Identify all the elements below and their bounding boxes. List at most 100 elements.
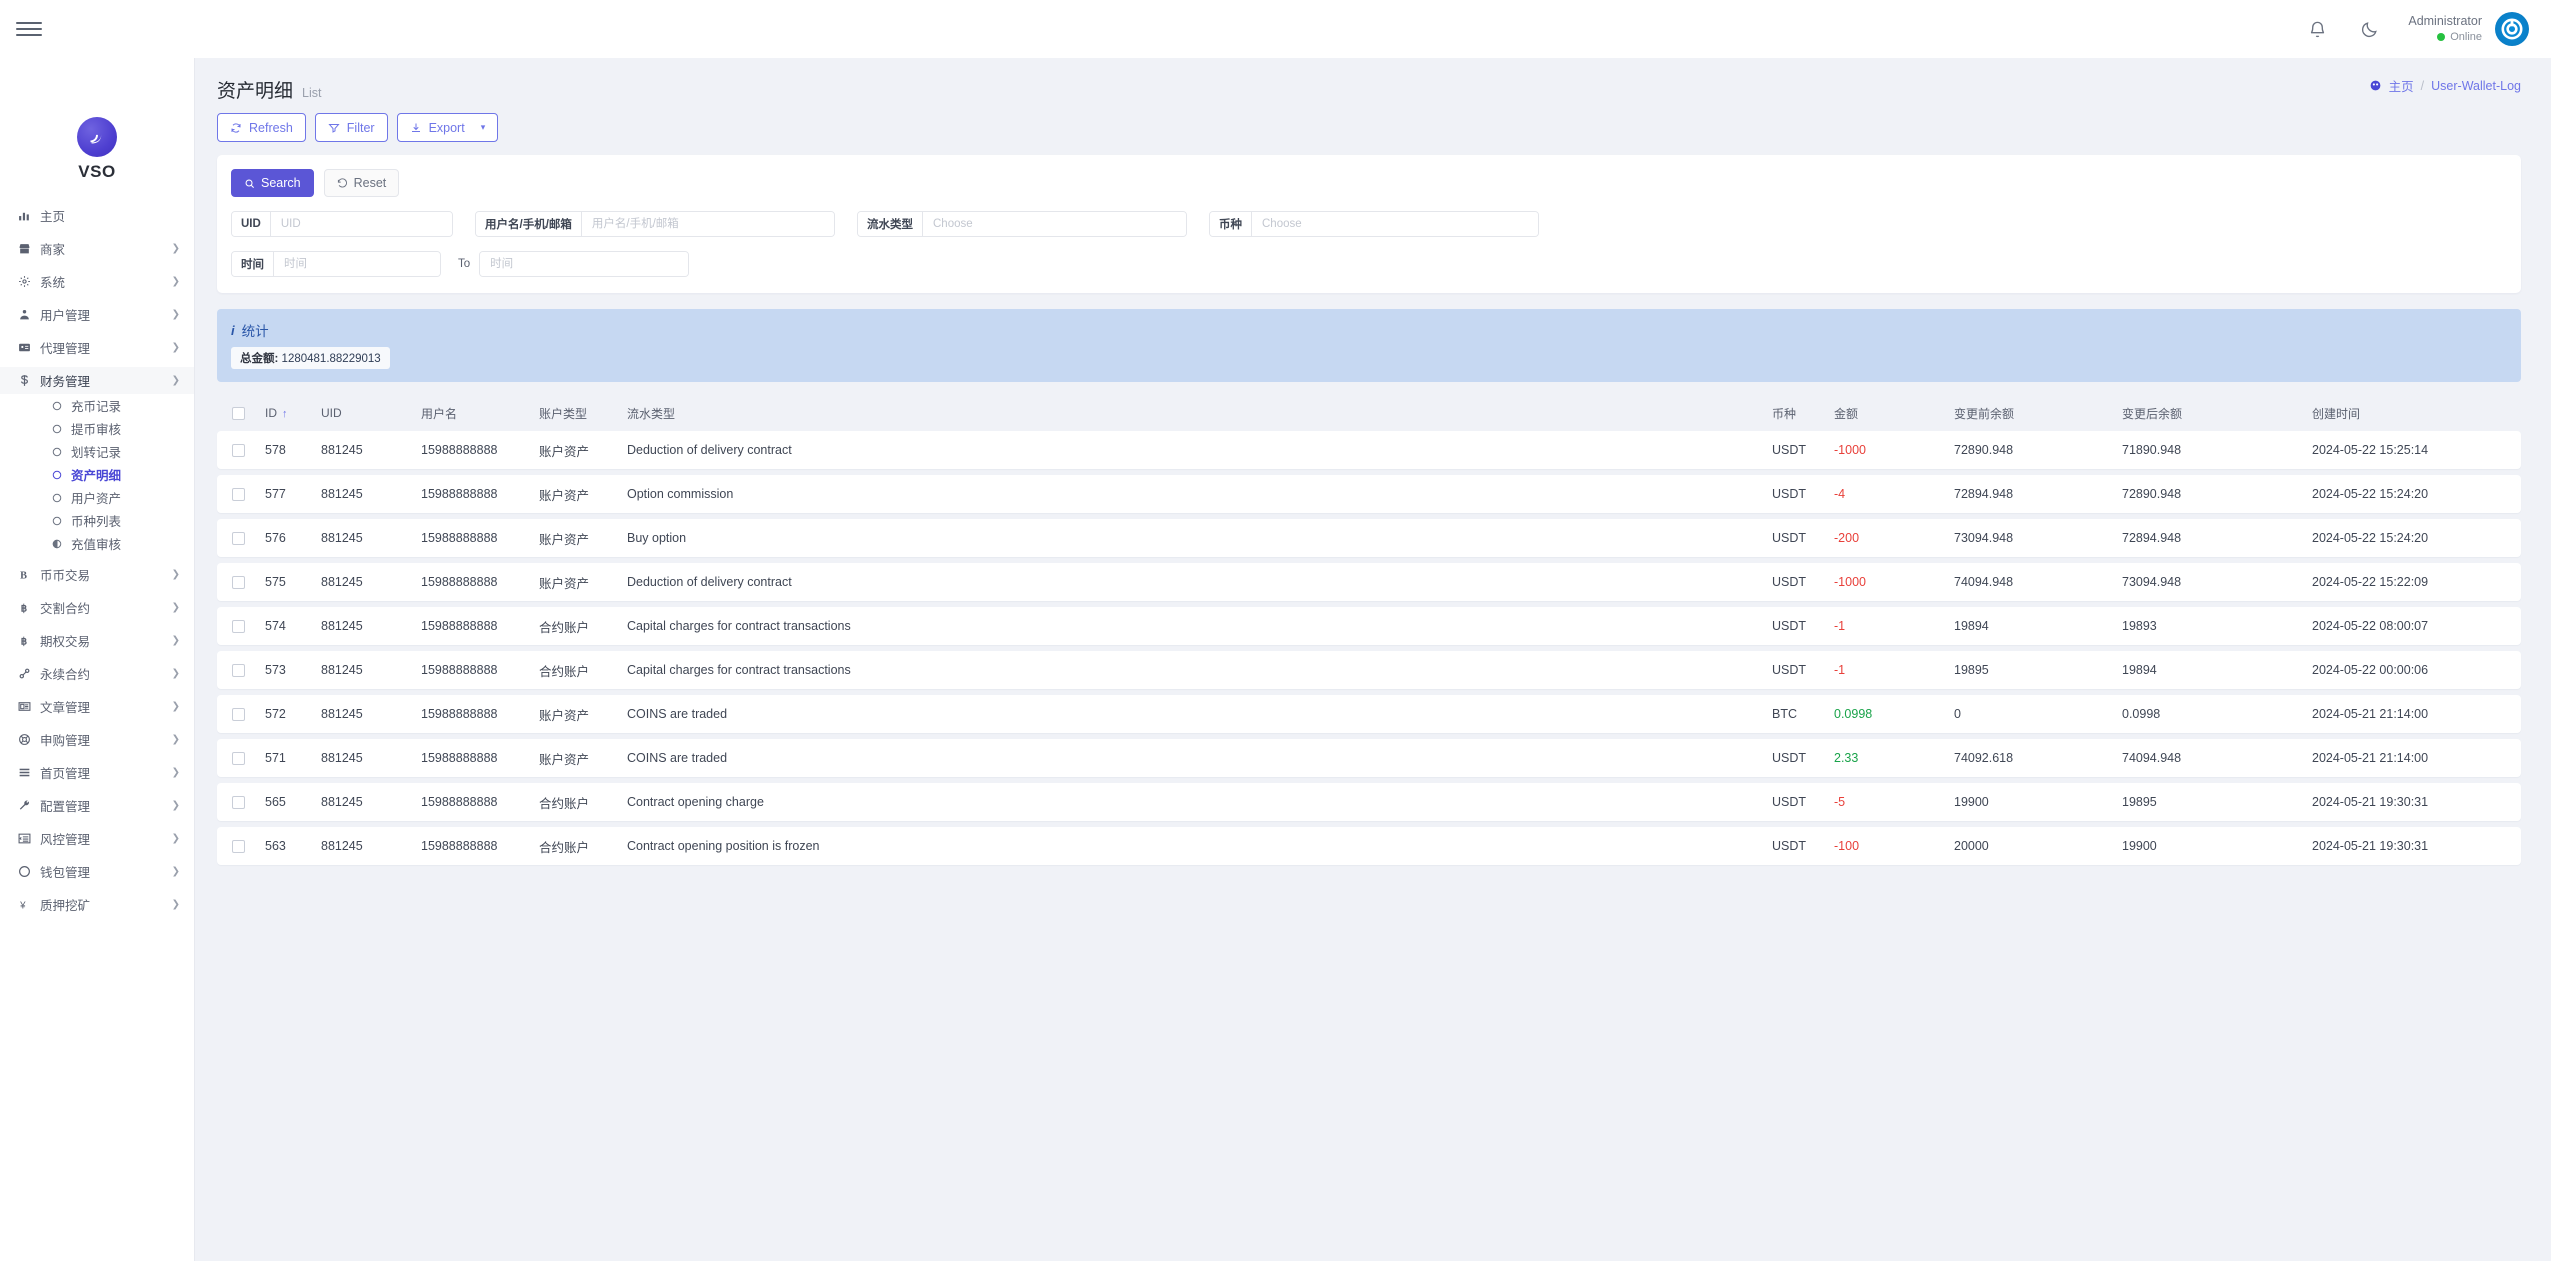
- flow-type-select[interactable]: [923, 212, 1186, 236]
- cell-id: 576: [259, 531, 315, 545]
- sidebar-subitem-label: 币种列表: [71, 511, 121, 530]
- uid-input[interactable]: [271, 212, 452, 236]
- cell-flow-type: Capital charges for contract transaction…: [621, 663, 1766, 677]
- sidebar-subitem-coin-list[interactable]: 币种列表: [0, 509, 194, 532]
- cell-amount: -100: [1828, 839, 1948, 853]
- column-header-before-balance[interactable]: 变更前余额: [1948, 405, 2116, 422]
- uid-label: UID: [232, 212, 271, 236]
- column-header-created-time[interactable]: 创建时间: [2306, 405, 2521, 422]
- row-checkbox[interactable]: [232, 840, 245, 853]
- table-row[interactable]: 57588124515988888888账户资产Deduction of del…: [217, 563, 2521, 601]
- sidebar-item-delivery-contract[interactable]: ฿ 交割合约 ❯: [0, 594, 194, 621]
- sidebar-item-homepage-management[interactable]: 首页管理 ❯: [0, 759, 194, 786]
- cell-created-time: 2024-05-21 19:30:31: [2306, 795, 2521, 809]
- row-checkbox[interactable]: [232, 620, 245, 633]
- table-row[interactable]: 56588124515988888888合约账户Contract opening…: [217, 783, 2521, 821]
- table-row[interactable]: 56388124515988888888合约账户Contract opening…: [217, 827, 2521, 865]
- brand-header: VSO: [0, 58, 194, 198]
- chevron-right-icon: ❯: [172, 801, 180, 811]
- sidebar-item-perpetual-contract[interactable]: 永续合约 ❯: [0, 660, 194, 687]
- row-checkbox[interactable]: [232, 532, 245, 545]
- sidebar-subitem-transfer-records[interactable]: 划转记录: [0, 440, 194, 463]
- sidebar-subitem-withdraw-review[interactable]: 提币审核: [0, 417, 194, 440]
- refresh-button[interactable]: Refresh: [217, 113, 306, 142]
- sidebar-item-coin-trading[interactable]: B 币币交易 ❯: [0, 561, 194, 588]
- row-checkbox[interactable]: [232, 576, 245, 589]
- sidebar-item-merchant[interactable]: 商家 ❯: [0, 235, 194, 262]
- asset-log-table: ID↑ UID 用户名 账户类型 流水类型 币种 金额 变更前余额 变更后余额 …: [217, 395, 2521, 865]
- sidebar-item-user-management[interactable]: 用户管理 ❯: [0, 301, 194, 328]
- sidebar-item-config-management[interactable]: 配置管理 ❯: [0, 792, 194, 819]
- coin-select[interactable]: [1252, 212, 1538, 236]
- sidebar-item-wallet-management[interactable]: 钱包管理 ❯: [0, 858, 194, 885]
- statistics-panel: i 统计 总金额: 1280481.88229013: [217, 309, 2521, 382]
- search-button[interactable]: Search: [231, 169, 314, 197]
- row-checkbox[interactable]: [232, 796, 245, 809]
- breadcrumb-home-link[interactable]: 主页: [2389, 76, 2414, 95]
- avatar[interactable]: [2495, 12, 2529, 46]
- notifications-bell-icon[interactable]: [2304, 16, 2330, 42]
- username-input[interactable]: [582, 212, 834, 236]
- sidebar-item-finance-management[interactable]: 财务管理 ❯: [0, 367, 194, 394]
- total-amount-label: 总金额:: [240, 353, 278, 365]
- filter-button[interactable]: Filter: [315, 113, 388, 142]
- sidebar-item-staking-mining[interactable]: ¥ 质押挖矿 ❯: [0, 891, 194, 918]
- export-button[interactable]: Export ▾: [397, 113, 499, 142]
- circle-icon: [52, 470, 71, 480]
- sidebar-item-article-management[interactable]: 文章管理 ❯: [0, 693, 194, 720]
- bitcoin-icon: ฿: [18, 634, 40, 647]
- date-to-field-group: [479, 251, 689, 277]
- cell-username: 15988888888: [415, 707, 533, 721]
- cell-after-balance: 73094.948: [2116, 575, 2306, 589]
- date-from-input[interactable]: [274, 252, 440, 276]
- cell-id: 575: [259, 575, 315, 589]
- table-row[interactable]: 57188124515988888888账户资产COINS are traded…: [217, 739, 2521, 777]
- sidebar-subitem-asset-details[interactable]: 资产明细: [0, 463, 194, 486]
- table-row[interactable]: 57888124515988888888账户资产Deduction of del…: [217, 431, 2521, 469]
- sidebar-subitem-deposit-records[interactable]: 充币记录: [0, 394, 194, 417]
- user-menu[interactable]: Administrator Online: [2408, 12, 2529, 46]
- column-header-account-type[interactable]: 账户类型: [533, 405, 621, 422]
- sidebar-subitem-recharge-review[interactable]: 充值审核: [0, 532, 194, 555]
- sidebar-item-home[interactable]: 主页: [0, 202, 194, 229]
- sidebar-item-option-trading[interactable]: ฿ 期权交易 ❯: [0, 627, 194, 654]
- menu-toggle-icon[interactable]: [16, 18, 42, 40]
- row-checkbox[interactable]: [232, 444, 245, 457]
- sidebar-item-agent-management[interactable]: 代理管理 ❯: [0, 334, 194, 361]
- cell-amount: -1000: [1828, 443, 1948, 457]
- column-header-flow-type[interactable]: 流水类型: [621, 405, 1766, 422]
- cell-after-balance: 19900: [2116, 839, 2306, 853]
- column-header-username[interactable]: 用户名: [415, 405, 533, 422]
- table-row[interactable]: 57788124515988888888账户资产Option commissio…: [217, 475, 2521, 513]
- column-header-amount[interactable]: 金额: [1828, 405, 1948, 422]
- table-row[interactable]: 57488124515988888888合约账户Capital charges …: [217, 607, 2521, 645]
- sidebar-subitem-user-assets[interactable]: 用户资产: [0, 486, 194, 509]
- row-checkbox[interactable]: [232, 488, 245, 501]
- sidebar-item-subscription-management[interactable]: 申购管理 ❯: [0, 726, 194, 753]
- column-header-coin[interactable]: 币种: [1766, 405, 1828, 422]
- table-row[interactable]: 57388124515988888888合约账户Capital charges …: [217, 651, 2521, 689]
- column-header-after-balance[interactable]: 变更后余额: [2116, 405, 2306, 422]
- cell-coin: USDT: [1766, 795, 1828, 809]
- link-icon: [18, 667, 40, 680]
- table-row[interactable]: 57688124515988888888账户资产Buy optionUSDT-2…: [217, 519, 2521, 557]
- column-header-id[interactable]: ID↑: [259, 406, 315, 420]
- column-header-uid[interactable]: UID: [315, 406, 415, 420]
- cell-uid: 881245: [315, 795, 415, 809]
- cell-created-time: 2024-05-21 21:14:00: [2306, 751, 2521, 765]
- row-checkbox[interactable]: [232, 664, 245, 677]
- sidebar-item-system[interactable]: 系统 ❯: [0, 268, 194, 295]
- select-all-checkbox[interactable]: [232, 407, 245, 420]
- table-row[interactable]: 57288124515988888888账户资产COINS are traded…: [217, 695, 2521, 733]
- dark-mode-moon-icon[interactable]: [2356, 16, 2382, 42]
- reset-button-label: Reset: [354, 176, 387, 190]
- sidebar-item-risk-management[interactable]: 风控管理 ❯: [0, 825, 194, 852]
- chevron-right-icon: ❯: [172, 343, 180, 353]
- sidebar-subitem-label: 充币记录: [71, 396, 121, 415]
- row-checkbox[interactable]: [232, 752, 245, 765]
- reset-button[interactable]: Reset: [324, 169, 400, 197]
- row-checkbox[interactable]: [232, 708, 245, 721]
- sidebar-item-label: 交割合约: [40, 598, 172, 617]
- date-to-input[interactable]: [480, 252, 688, 276]
- brand-name: VSO: [78, 162, 115, 182]
